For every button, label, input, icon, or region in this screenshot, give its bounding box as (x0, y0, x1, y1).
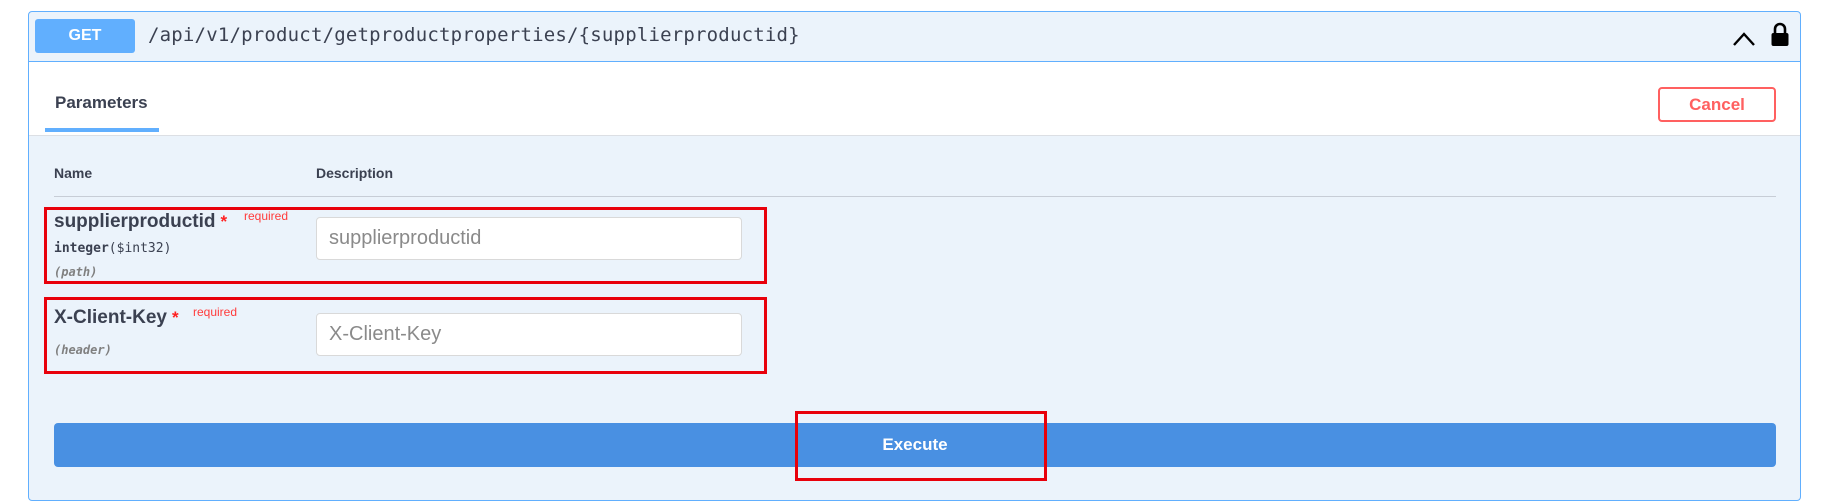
chevron-up-icon[interactable] (1731, 27, 1757, 51)
endpoint-path: /api/v1/product/getproductproperties/{su… (148, 24, 800, 46)
tab-parameters[interactable]: Parameters (55, 93, 148, 113)
tab-active-indicator (45, 128, 159, 132)
highlight-box (44, 207, 767, 284)
header-divider (54, 196, 1776, 197)
lock-icon[interactable] (1770, 22, 1790, 48)
column-header-name: Name (54, 165, 93, 181)
column-header-description: Description (316, 165, 394, 181)
highlight-box (44, 297, 767, 374)
method-badge: GET (35, 19, 135, 53)
cancel-button[interactable]: Cancel (1658, 87, 1776, 122)
operation-summary[interactable]: GET /api/v1/product/getproductproperties… (29, 12, 1800, 62)
tab-bar: Parameters Cancel (29, 62, 1800, 136)
highlight-box (795, 411, 1047, 481)
